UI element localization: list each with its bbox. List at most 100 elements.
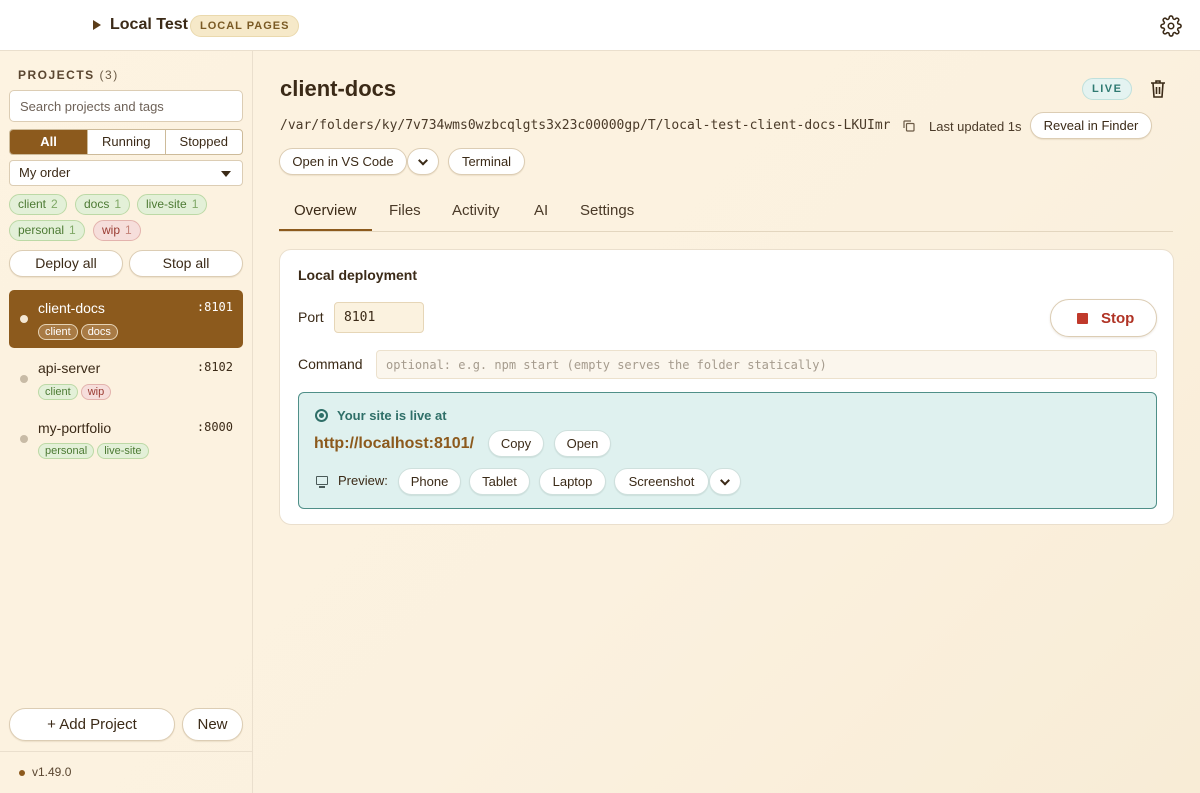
active-tab-indicator xyxy=(279,229,372,231)
top-bar: Local Test LOCAL PAGES xyxy=(0,0,1200,51)
preview-more-button[interactable] xyxy=(709,468,741,495)
project-item-api-server[interactable]: api-server :8102 client wip xyxy=(9,350,243,408)
sort-select[interactable]: My order xyxy=(9,160,243,186)
stop-label: Stop xyxy=(1101,310,1135,327)
status-badge: LIVE xyxy=(1082,78,1133,100)
reveal-in-finder-button[interactable]: Reveal in Finder xyxy=(1030,112,1152,139)
local-deployment-card: Local deployment Port Stop Command Your … xyxy=(279,249,1174,525)
stop-icon xyxy=(1077,313,1088,324)
tag-filter-client[interactable]: client 2 xyxy=(9,194,67,215)
stop-all-button[interactable]: Stop all xyxy=(129,250,243,277)
tag-label: live-site xyxy=(146,197,187,211)
new-button[interactable]: New xyxy=(182,708,243,741)
version-label: v1.49.0 xyxy=(32,765,72,779)
project-name: api-server xyxy=(38,360,101,376)
project-port: :8102 xyxy=(196,360,233,374)
command-input[interactable] xyxy=(376,350,1157,379)
tab-files[interactable]: Files xyxy=(389,202,421,219)
stop-button[interactable]: Stop xyxy=(1050,299,1157,337)
preview-phone-button[interactable]: Phone xyxy=(398,468,461,495)
tag-count: 1 xyxy=(114,197,122,211)
disclosure-triangle-icon[interactable] xyxy=(93,20,101,30)
add-project-button[interactable]: + Add Project xyxy=(9,708,175,741)
project-port: :8101 xyxy=(196,300,233,314)
tag-label: wip xyxy=(102,223,121,237)
copy-icon[interactable] xyxy=(903,120,915,132)
tag-filter-docs[interactable]: docs 1 xyxy=(75,194,131,215)
last-updated: Last updated 1s xyxy=(929,119,1022,134)
card-title: Local deployment xyxy=(298,267,418,283)
preview-label: Preview: xyxy=(338,473,388,488)
project-tags: personal live-site xyxy=(38,441,152,459)
projects-heading: PROJECTS (3) xyxy=(18,68,119,82)
open-url-button[interactable]: Open xyxy=(554,430,611,457)
terminal-button[interactable]: Terminal xyxy=(448,148,525,175)
chevron-down-icon xyxy=(720,475,730,486)
project-tag: wip xyxy=(80,384,112,400)
preview-laptop-button[interactable]: Laptop xyxy=(539,468,606,495)
project-tag: docs xyxy=(80,324,118,340)
tag-label: client xyxy=(18,197,47,211)
project-item-my-portfolio[interactable]: my-portfolio :8000 personal live-site xyxy=(9,410,243,468)
live-label: Your site is live at xyxy=(337,408,447,423)
tab-ai[interactable]: AI xyxy=(534,202,548,219)
tag-count: 1 xyxy=(69,223,76,237)
project-tags: client docs xyxy=(38,322,121,340)
sidebar: PROJECTS (3) All Running Stopped My orde… xyxy=(0,51,253,793)
tag-count: 1 xyxy=(125,223,132,237)
app-title: Local Test xyxy=(110,16,188,33)
monitor-icon xyxy=(316,476,328,488)
tab-bar: Overview Files Activity AI Settings xyxy=(279,190,1173,232)
command-label: Command xyxy=(298,356,363,372)
projects-count: (3) xyxy=(99,68,119,82)
main-panel: client-docs LIVE /var/folders/ky/7v734wm… xyxy=(253,51,1200,793)
deploy-all-button[interactable]: Deploy all xyxy=(9,250,123,277)
status-dot xyxy=(20,435,28,443)
trash-icon[interactable] xyxy=(1149,79,1167,99)
tag-count: 1 xyxy=(191,197,199,211)
page-title: client-docs xyxy=(280,76,397,101)
filter-running[interactable]: Running xyxy=(87,130,165,154)
site-url-link[interactable]: http://localhost:8101/ xyxy=(314,435,474,453)
local-pages-badge: LOCAL PAGES xyxy=(190,15,300,37)
project-tag: live-site xyxy=(97,443,149,459)
tag-label: personal xyxy=(18,223,65,237)
live-site-panel: Your site is live at http://localhost:81… xyxy=(298,392,1157,509)
filter-stopped[interactable]: Stopped xyxy=(164,130,243,154)
projects-heading-label: PROJECTS xyxy=(18,68,95,82)
project-path: /var/folders/ky/7v734wms0wzbcqlgts3x23c0… xyxy=(280,118,891,133)
project-port: :8000 xyxy=(196,420,233,434)
preview-screenshot-button[interactable]: Screenshot xyxy=(614,468,709,495)
tab-overview[interactable]: Overview xyxy=(294,202,357,219)
open-vscode-button[interactable]: Open in VS Code xyxy=(279,148,407,175)
status-dot xyxy=(20,375,28,383)
port-label: Port xyxy=(298,309,324,325)
tag-filter-wip[interactable]: wip 1 xyxy=(93,220,141,241)
chevron-down-icon xyxy=(418,155,428,166)
project-tag: personal xyxy=(38,443,95,459)
project-name: my-portfolio xyxy=(38,420,112,436)
tab-activity[interactable]: Activity xyxy=(452,202,500,219)
tag-filter-personal[interactable]: personal 1 xyxy=(9,220,85,241)
project-item-client-docs[interactable]: client-docs :8101 client docs xyxy=(9,290,243,348)
status-dot xyxy=(19,770,25,776)
tag-label: docs xyxy=(84,197,110,211)
copy-url-button[interactable]: Copy xyxy=(488,430,544,457)
live-radio-icon xyxy=(315,409,328,422)
gear-icon[interactable] xyxy=(1160,15,1182,37)
tag-count: 2 xyxy=(51,197,58,211)
sort-value: My order xyxy=(19,165,71,180)
project-tag: client xyxy=(38,324,78,340)
version-bar: v1.49.0 xyxy=(0,751,252,793)
open-with-dropdown-button[interactable] xyxy=(407,148,439,175)
port-input[interactable] xyxy=(334,302,424,333)
filter-all[interactable]: All xyxy=(10,130,87,154)
status-filter: All Running Stopped xyxy=(9,129,243,155)
tab-settings[interactable]: Settings xyxy=(580,202,634,219)
project-tag: client xyxy=(38,384,78,400)
search-input[interactable] xyxy=(9,90,243,122)
project-name: client-docs xyxy=(38,300,105,316)
tag-filter-live-site[interactable]: live-site 1 xyxy=(137,194,208,215)
project-tags: client wip xyxy=(38,382,114,400)
preview-tablet-button[interactable]: Tablet xyxy=(469,468,530,495)
